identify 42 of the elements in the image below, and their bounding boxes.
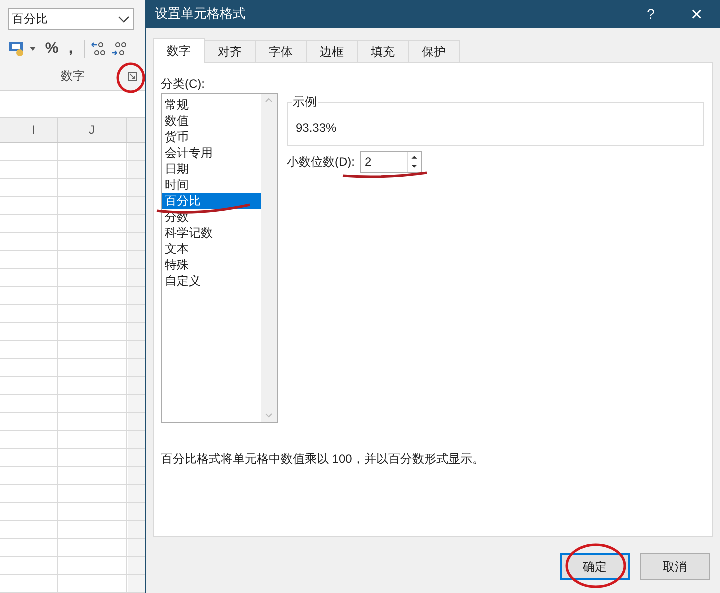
annotation-circle [566,544,626,588]
category-item[interactable]: 货币 [162,129,261,145]
category-item[interactable]: 文本 [162,241,261,257]
category-item[interactable]: 数值 [162,113,261,129]
tab[interactable]: 字体 [256,40,307,62]
column-header[interactable]: J [58,118,127,142]
tab[interactable]: 对齐 [205,40,256,62]
percent-button[interactable]: % [44,38,60,60]
sample-value: 93.33% [296,121,337,135]
category-item[interactable]: 自定义 [162,273,261,289]
caret-icon[interactable] [30,47,36,51]
category-item[interactable]: 特殊 [162,257,261,273]
increase-decimal-icon[interactable] [91,41,107,57]
category-item[interactable]: 百分比 [162,193,261,209]
currency-format-icon[interactable] [8,41,26,57]
category-item[interactable]: 常规 [162,97,261,113]
annotation-circle [116,62,146,94]
tab[interactable]: 保护 [409,40,460,62]
close-button[interactable]: × [674,0,720,28]
chevron-down-icon [118,16,130,22]
help-button[interactable]: ? [628,0,674,28]
tab[interactable]: 填充 [358,40,409,62]
tab[interactable]: 边框 [307,40,358,62]
tab[interactable]: 数字 [153,38,205,63]
format-description: 百分比格式将单元格中数值乘以 100，并以百分数形式显示。 [161,451,486,468]
group-label: 数字 [61,68,85,85]
category-item[interactable]: 会计专用 [162,145,261,161]
dialog-button[interactable]: 确定 [560,553,630,580]
number-format-dropdown[interactable]: 百分比 [8,8,134,30]
dialog-launcher-icon[interactable] [128,72,137,80]
category-label: 分类(C): [161,76,206,92]
column-header[interactable]: I [0,118,58,142]
comma-button[interactable]: , [64,38,78,60]
category-item[interactable]: 日期 [162,161,261,177]
decimal-places-label: 小数位数(D): [287,154,356,171]
decrease-decimal-icon[interactable] [111,41,127,57]
dialog-button[interactable]: 取消 [640,553,710,580]
sample-label: 示例 [292,94,318,110]
window-title: 设置单元格格式 [155,5,247,24]
category-item[interactable]: 科学记数 [162,225,261,241]
category-item[interactable]: 时间 [162,177,261,193]
decimal-places-spinner[interactable]: 2 [360,151,422,173]
